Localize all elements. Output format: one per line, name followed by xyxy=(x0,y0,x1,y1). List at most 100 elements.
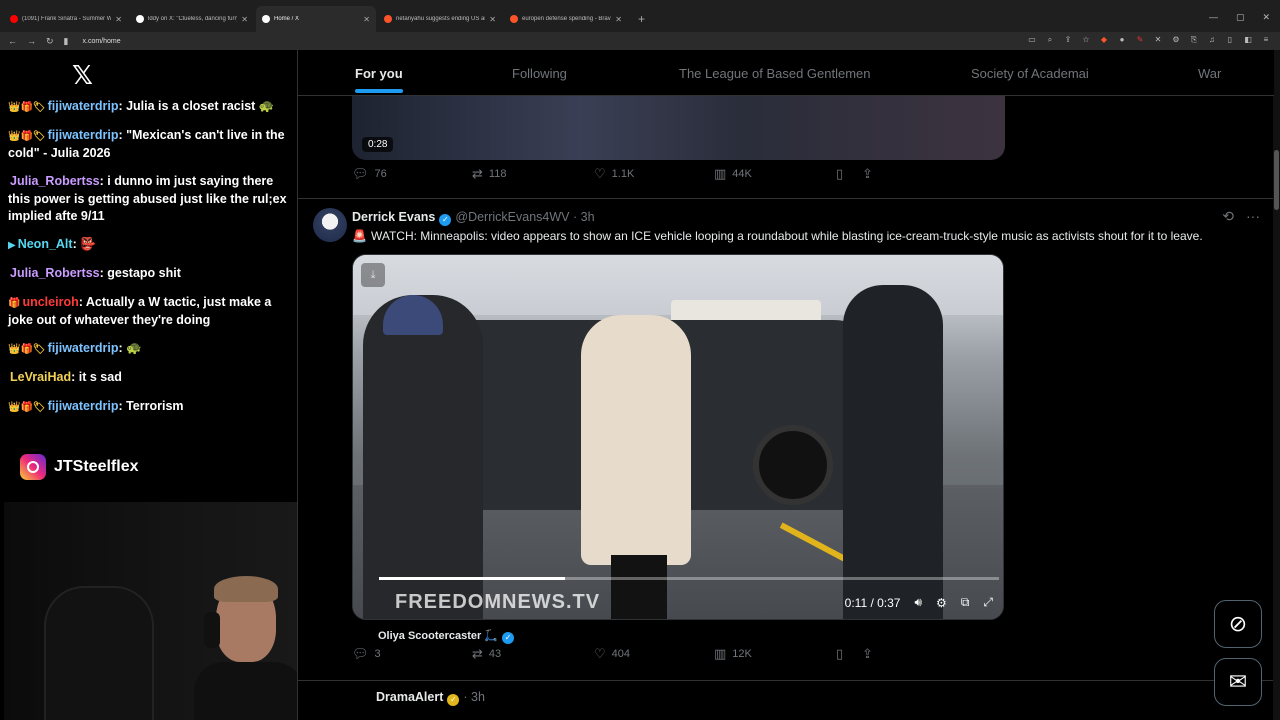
tweet-time[interactable]: · 3h xyxy=(573,210,595,224)
volume-icon[interactable]: 🔊︎ xyxy=(914,595,922,610)
video-person-center xyxy=(581,315,691,619)
video-person-right xyxy=(843,285,943,619)
retweet-button[interactable]: ⇄ 43 xyxy=(472,646,501,662)
grok-button[interactable]: ⊘ xyxy=(1214,600,1262,648)
pip-icon[interactable]: ⧉ xyxy=(961,595,970,610)
extension-icon[interactable]: ⎘ xyxy=(1188,35,1200,45)
fullscreen-icon[interactable]: ⤢ xyxy=(983,595,993,610)
bookmark-icon: ▯ xyxy=(836,166,844,181)
settings-icon[interactable]: ⚙ xyxy=(936,596,947,610)
tab-league-of-based-gentlemen[interactable]: The League of Based Gentlemen xyxy=(679,66,871,81)
scrollbar[interactable] xyxy=(1273,50,1280,720)
maximize-icon[interactable]: ▢ xyxy=(1236,12,1245,23)
extension-icon[interactable]: ⚙ xyxy=(1170,35,1182,45)
close-tab-icon[interactable]: ✕ xyxy=(489,15,496,24)
close-tab-icon[interactable]: ✕ xyxy=(115,15,122,24)
heart-icon: ♡ xyxy=(594,166,606,181)
instagram-handle: JTSteelflex xyxy=(20,454,138,480)
tab-society-of-academai[interactable]: Society of Academai xyxy=(971,66,1089,81)
bookmark-button[interactable]: ▯ xyxy=(836,646,843,662)
tweet-author-name[interactable]: Derrick Evans xyxy=(352,210,435,224)
browser-tab-active[interactable]: Home / X ✕ xyxy=(256,6,376,32)
close-window-icon[interactable]: ✕ xyxy=(1262,12,1270,23)
grok-icon[interactable]: ⟲ xyxy=(1222,208,1234,225)
tweet-header: Derrick Evans ✓ @DerrickEvans4WV · 3h xyxy=(352,210,595,226)
video-watermark: FREEDOMNEWS.TV xyxy=(395,591,601,613)
chat-badges-icon: 👑🎁🏷 xyxy=(8,344,46,355)
scrollbar-thumb[interactable] xyxy=(1274,150,1279,210)
browser-tab-bar: (1091) Frank Sinatra - Summer Wind ✕ lddy… xyxy=(0,0,1280,32)
back-icon[interactable]: ← xyxy=(8,36,17,46)
extension-icons: ▭ ⌕ ⇪ ☆ ◆ ● ✎ ✕ ⚙ ⎘ ♫ ▯ ◧ ≡ xyxy=(1026,35,1272,45)
views-button[interactable]: ▥ 44K xyxy=(714,166,752,182)
close-tab-icon[interactable]: ✕ xyxy=(363,15,370,24)
x-logo-icon[interactable]: 𝕏 xyxy=(72,60,93,91)
sidebar-icon[interactable]: ◧ xyxy=(1242,35,1254,45)
screen-icon[interactable]: ▭ xyxy=(1026,35,1038,45)
grok-icon: ⊘ xyxy=(1228,611,1248,636)
tab-war[interactable]: War xyxy=(1198,66,1221,81)
views-button[interactable]: ▥ 12K xyxy=(714,646,752,662)
views-icon: ▥ xyxy=(714,166,727,181)
reply-button[interactable]: 💬︎ 3 xyxy=(352,646,381,662)
chat-message: 👑🎁🏷 fijiwaterdrip: "Mexican's can't live … xyxy=(8,128,285,160)
x-tab-icon xyxy=(262,15,270,23)
bookmark-icon[interactable]: ▮ xyxy=(64,36,69,47)
brave-shield-icon[interactable]: ◆ xyxy=(1098,35,1110,45)
messages-button[interactable]: ✉ xyxy=(1214,658,1262,706)
bookmark-button[interactable]: ▯ xyxy=(836,166,843,182)
like-button[interactable]: ♡ 1.1K xyxy=(594,166,634,182)
share-icon[interactable]: ⇪ xyxy=(1062,35,1074,45)
chat-message: 👑🎁🏷 fijiwaterdrip: Terrorism xyxy=(8,399,184,413)
tweet-divider xyxy=(298,198,1274,199)
minimize-icon[interactable]: — xyxy=(1209,12,1218,23)
extension-icon[interactable]: ● xyxy=(1116,35,1128,45)
quoted-user[interactable]: Oliya Scootercaster 🛴 ✓ xyxy=(378,629,518,644)
star-icon[interactable]: ☆ xyxy=(1080,35,1092,45)
avatar[interactable] xyxy=(313,208,347,242)
video-person-left xyxy=(363,295,483,619)
retweet-button[interactable]: ⇄ 118 xyxy=(472,166,506,182)
brave-icon xyxy=(384,15,392,23)
chat-message: LeVraiHad: it s sad xyxy=(10,370,122,384)
x-tab-icon xyxy=(136,15,144,23)
share-button[interactable]: ⇪ xyxy=(862,166,873,182)
window-controls: — ▢ ✕ xyxy=(1209,12,1270,23)
reload-icon[interactable]: ↻ xyxy=(46,36,54,47)
extension-icon[interactable]: ✎ xyxy=(1134,35,1146,45)
browser-tab[interactable]: lddy on X: "Clueless, dancing furry at ✕ xyxy=(130,6,254,32)
menu-icon[interactable]: ≡ xyxy=(1260,35,1272,45)
chat-message: ▶ Neon_Alt: 👺 xyxy=(8,237,96,251)
chat-message: Julia_Robertss: gestapo shit xyxy=(10,266,181,280)
tab-following[interactable]: Following xyxy=(512,66,567,81)
more-icon[interactable]: ··· xyxy=(1246,208,1260,225)
tweet-video[interactable]: ⤓ FREEDOMNEWS.TV 0:11 / 0:37 🔊︎ ⚙ ⧉ ⤢ xyxy=(352,254,1004,620)
like-button[interactable]: ♡ 404 xyxy=(594,646,630,662)
new-tab-button[interactable]: + xyxy=(630,12,653,32)
chat-message: 👑🎁🏷 fijiwaterdrip: 🐢 xyxy=(8,341,142,355)
chat-badges-icon: 👑🎁🏷 xyxy=(8,402,46,413)
close-tab-icon[interactable]: ✕ xyxy=(241,15,248,24)
video-progress-bar[interactable] xyxy=(379,577,999,580)
browser-tab[interactable]: (1091) Frank Sinatra - Summer Wind ✕ xyxy=(4,6,128,32)
next-tweet-header[interactable]: DramaAlert ✓ · 3h xyxy=(376,690,485,706)
extension-icon[interactable]: ✕ xyxy=(1152,35,1164,45)
download-icon[interactable]: ⤓ xyxy=(361,263,385,287)
browser-tab[interactable]: europen defense spending - Brave S ✕ xyxy=(504,6,628,32)
zoom-icon[interactable]: ⌕ xyxy=(1044,35,1056,45)
browser-tab[interactable]: netanyahu suggests ending US aid to✕ xyxy=(378,6,502,32)
share-button[interactable]: ⇪ xyxy=(862,646,873,662)
close-tab-icon[interactable]: ✕ xyxy=(615,15,622,24)
share-icon: ⇪ xyxy=(862,166,873,181)
stream-chat: 👑🎁🏷 fijiwaterdrip: Julia is a closet raci… xyxy=(8,98,288,427)
music-icon[interactable]: ♫ xyxy=(1206,35,1218,45)
url-field[interactable]: x.com/home xyxy=(83,38,121,45)
tab-for-you[interactable]: For you xyxy=(355,66,403,93)
reply-button[interactable]: 💬︎ 76 xyxy=(352,166,387,182)
instagram-icon xyxy=(20,454,46,480)
bookmarks-icon[interactable]: ▯ xyxy=(1224,35,1236,45)
forward-icon[interactable]: → xyxy=(27,36,36,46)
tweet-author-handle[interactable]: @DerrickEvans4WV xyxy=(455,210,569,224)
verified-icon: ✓ xyxy=(502,632,515,644)
previous-tweet-video[interactable]: 0:28 xyxy=(352,96,1005,160)
